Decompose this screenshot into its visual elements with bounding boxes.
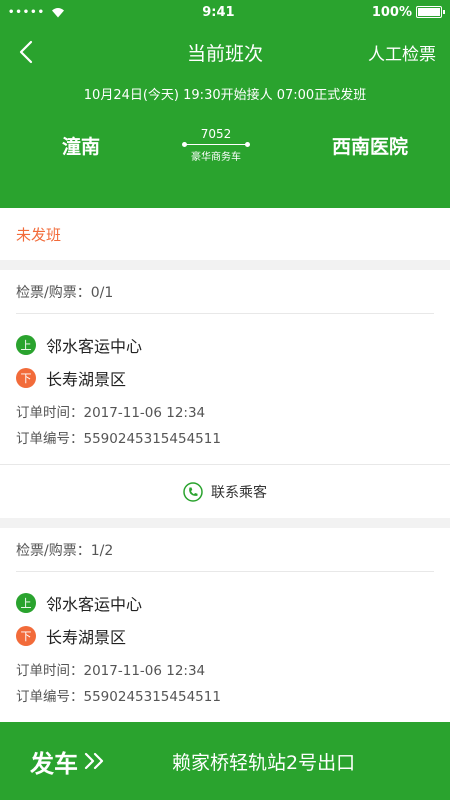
alight-badge: 下 xyxy=(16,367,36,388)
order-card: 检票/购票：0/1 上 邻水客运中心 下 长寿湖景区 订单时间：2017-11-… xyxy=(0,270,450,464)
divider xyxy=(0,260,450,270)
order-time: 订单时间：2017-11-06 12:34 xyxy=(16,663,206,679)
status-time: 9:41 xyxy=(202,4,235,20)
nav-bar: 当前班次 人工检票 xyxy=(0,24,450,80)
boarding-stop: 上 邻水客运中心 xyxy=(16,328,434,361)
double-chevron-icon xyxy=(84,752,104,770)
wifi-icon xyxy=(51,7,65,18)
status-left: ••••• xyxy=(8,7,65,18)
alight-badge: 下 xyxy=(16,625,36,646)
alighting-stop-name: 长寿湖景区 xyxy=(46,369,127,389)
boarding-stop: 上 邻水客运中心 xyxy=(16,586,434,619)
depart-button[interactable]: 发车 xyxy=(0,744,150,779)
order-meta: 订单时间：2017-11-06 12:34 订单编号：5590245315454… xyxy=(16,652,434,722)
contact-passenger-button[interactable]: 联系乘客 xyxy=(0,464,450,518)
ticket-count: 检票/购票：0/1 xyxy=(16,270,434,314)
battery-icon xyxy=(415,6,445,18)
boarding-stop-name: 邻水客运中心 xyxy=(46,336,143,356)
signal-icon: ••••• xyxy=(8,6,45,18)
page-title: 当前班次 xyxy=(186,42,263,65)
contact-label: 联系乘客 xyxy=(211,484,267,501)
alighting-stop: 下 长寿湖景区 xyxy=(16,361,434,394)
order-number: 订单编号：5590245315454511 xyxy=(16,431,221,447)
ticket-count: 检票/购票：1/2 xyxy=(16,528,434,572)
schedule-info: 10月24日(今天) 19:30开始接人 07:00正式发班 xyxy=(83,88,367,103)
trip-status: 未发班 xyxy=(0,208,450,260)
bus-number: 7052 xyxy=(200,127,232,141)
phone-icon xyxy=(183,481,203,502)
back-button[interactable] xyxy=(12,38,40,66)
board-badge: 上 xyxy=(16,334,36,355)
route-line xyxy=(182,142,250,147)
status-bar: ••••• 9:41 100% xyxy=(0,0,450,24)
order-card: 检票/购票：1/2 上 邻水客运中心 下 长寿湖景区 订单时间：2017-11-… xyxy=(0,528,450,722)
header: 当前班次 人工检票 10月24日(今天) 19:30开始接人 07:00正式发班… xyxy=(0,24,450,208)
board-badge: 上 xyxy=(16,592,36,613)
divider xyxy=(0,518,450,528)
bus-info: 7052 豪华商务车 xyxy=(176,127,256,163)
status-right: 100% xyxy=(371,4,445,20)
manual-check-button[interactable]: 人工检票 xyxy=(368,40,436,65)
order-number: 订单编号：5590245315454511 xyxy=(16,689,221,705)
origin-city: 潼南 xyxy=(62,135,101,158)
pickup-station: 赖家桥轻轨站2号出口 xyxy=(172,751,356,774)
destination-city: 西南医院 xyxy=(331,135,408,158)
back-arrow-icon xyxy=(19,40,33,64)
bottom-bar: 发车 赖家桥轻轨站2号出口 xyxy=(0,722,450,800)
stops: 上 邻水客运中心 下 长寿湖景区 xyxy=(16,572,434,652)
alighting-stop-name: 长寿湖景区 xyxy=(46,627,127,647)
boarding-stop-name: 邻水客运中心 xyxy=(46,594,143,614)
stops: 上 邻水客运中心 下 长寿湖景区 xyxy=(16,314,434,394)
order-meta: 订单时间：2017-11-06 12:34 订单编号：5590245315454… xyxy=(16,394,434,464)
bus-type: 豪华商务车 xyxy=(191,152,241,163)
route-info: 潼南 7052 豪华商务车 西南医院 xyxy=(0,127,450,163)
depart-label: 发车 xyxy=(30,749,78,778)
battery-percent: 100% xyxy=(371,4,412,20)
alighting-stop: 下 长寿湖景区 xyxy=(16,619,434,652)
order-time: 订单时间：2017-11-06 12:34 xyxy=(16,405,206,421)
